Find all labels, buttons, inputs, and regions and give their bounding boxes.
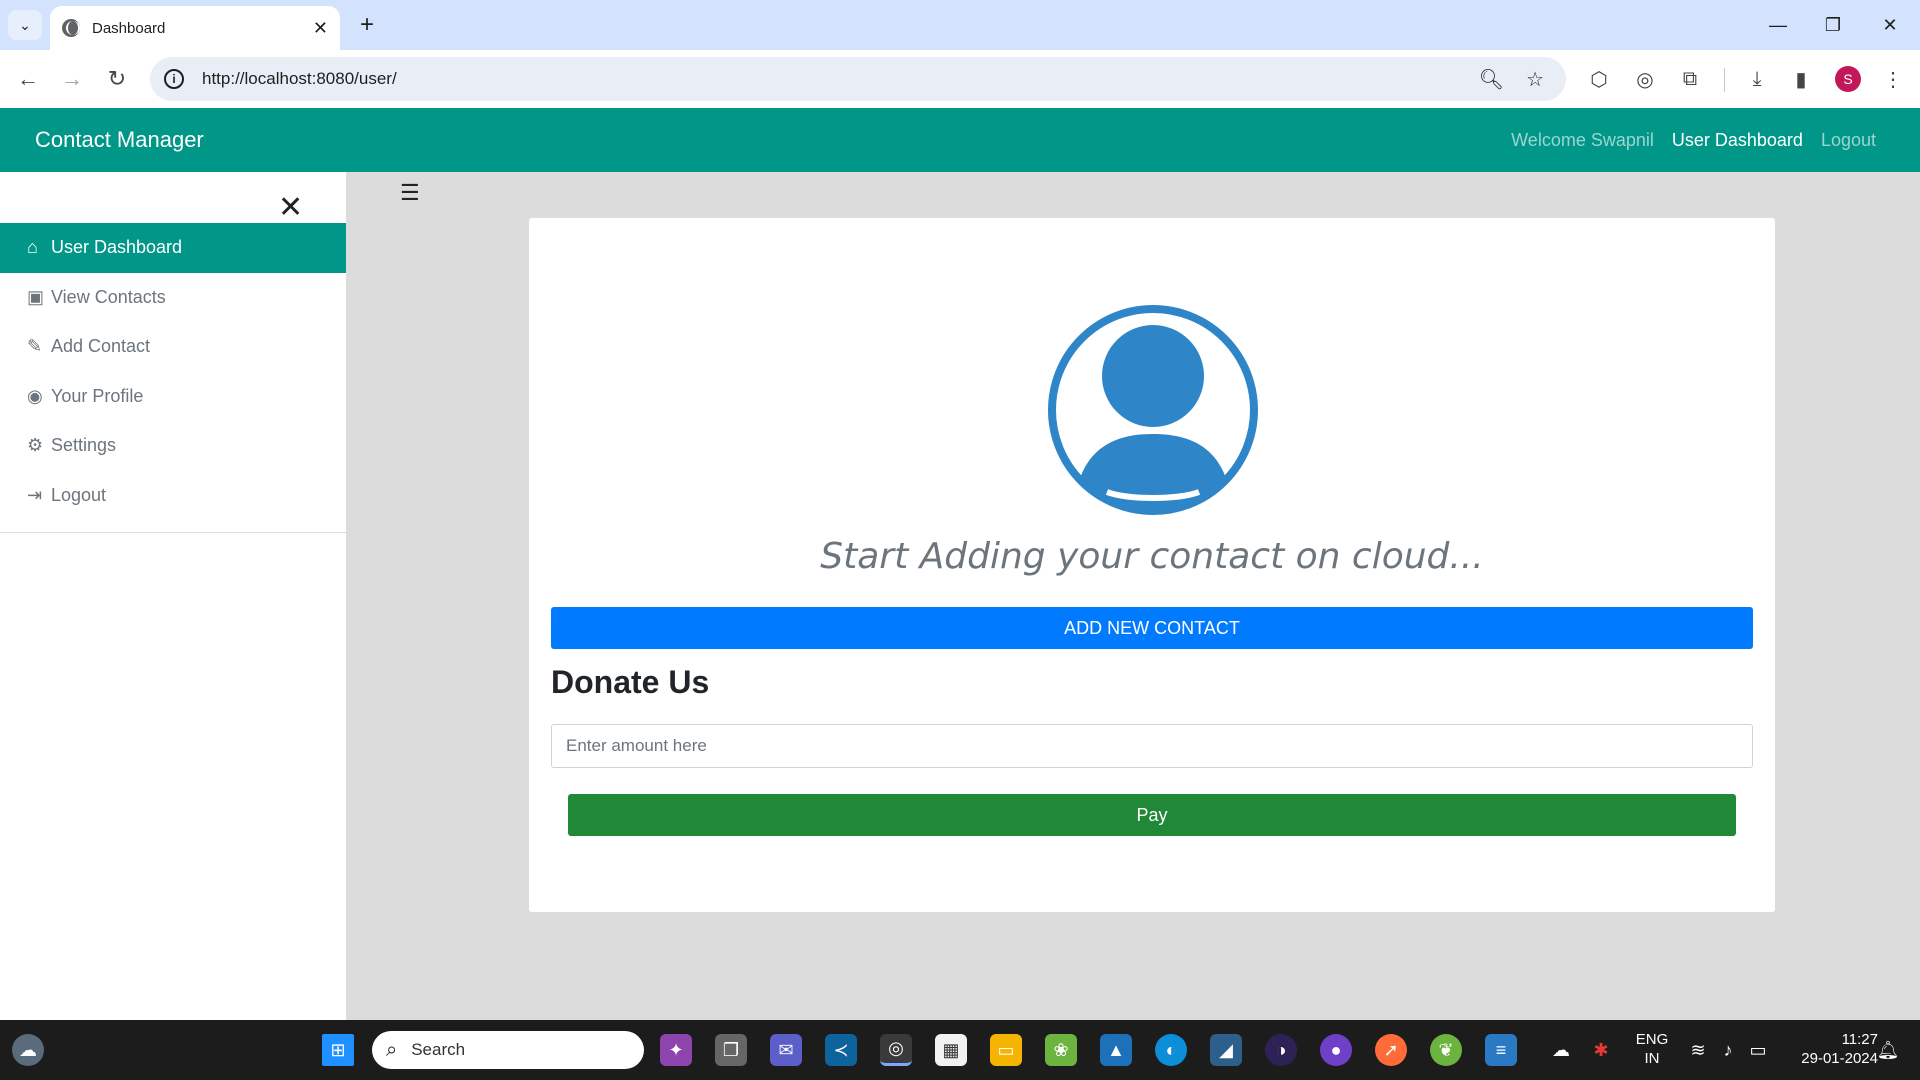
file-explorer-icon[interactable]: ▭ [990,1034,1022,1066]
pay-button[interactable]: Pay [568,794,1736,836]
clock-date: 29-01-2024 [1801,1050,1878,1067]
tab-search-button[interactable]: ⌄ [8,10,42,40]
sidebar-item-settings[interactable]: ⚙ Settings [0,421,346,471]
user-circle-icon: ◉ [27,385,43,406]
app-navbar: Contact Manager Welcome Swapnil User Das… [0,108,1920,172]
windows-start-icon[interactable]: ⊞ [322,1034,354,1066]
sidebar-item-label: Add Contact [51,336,151,357]
sidebar-item-label: View Contacts [51,286,166,307]
github-icon[interactable]: ● [1320,1034,1352,1066]
sidebar-item-your-profile[interactable]: ◉ Your Profile [0,372,346,422]
wifi-icon[interactable]: ≋ [1682,1034,1714,1066]
nav-dashboard-link[interactable]: User Dashboard [1672,130,1803,151]
chrome-icon[interactable]: ◎ [880,1034,912,1066]
amount-input[interactable] [551,724,1753,768]
browser-tabstrip: ⌄ Dashboard ✕ + — ❐ ✕ [0,0,1920,50]
extension-cube-icon[interactable]: ⬡ [1586,66,1612,92]
clock-time: 11:27 [1841,1031,1878,1048]
donate-heading: Donate Us [551,664,710,700]
navbar-links: Welcome Swapnil User Dashboard Logout [1511,130,1876,151]
task-view-icon[interactable]: ❐ [715,1034,747,1066]
pencil-icon: ✎ [27,336,43,357]
tab-title: Dashboard [92,19,166,37]
add-new-contact-button[interactable]: ADD NEW CONTACT [551,607,1753,649]
sidebar-item-label: Logout [51,484,107,505]
onedrive-icon[interactable]: ☁ [1545,1034,1577,1066]
region-code: IN [1644,1050,1660,1067]
address-bar[interactable]: i http://localhost:8080/user/ 🔍︎ ☆ [150,57,1566,101]
edge-icon[interactable]: ◐ [1155,1034,1187,1066]
tagline-text: Start Adding your contact on cloud... [820,536,1484,577]
toolbar-divider [1724,68,1725,92]
sidebar-item-label: Your Profile [51,385,144,406]
taskbar-search[interactable]: ⌕ Search [372,1031,644,1069]
teams-chat-icon[interactable]: ✉ [770,1034,802,1066]
sidebar-item-label: User Dashboard [51,237,183,258]
weather-icon[interactable]: ☁ [12,1034,44,1066]
site-info-icon[interactable]: i [164,69,184,89]
side-panel-icon[interactable]: ▮ [1788,66,1814,92]
dashboard-card: Start Adding your contact on cloud... AD… [529,218,1775,912]
clock[interactable]: 11:27 29-01-2024 [1782,1030,1878,1068]
battery-icon[interactable]: ▭ [1742,1034,1774,1066]
brand-title[interactable]: Contact Manager [35,127,204,153]
windows-taskbar: ☁ ⊞ ⌕ Search ✦ ❐ ✉ ≺ ◎ ▦ ▭ ❀ ▲ ◐ ◢ ◑ ● ➚… [0,1020,1920,1080]
nav-welcome-link[interactable]: Welcome Swapnil [1511,130,1654,151]
menu-toggle-icon[interactable]: ☰ [400,180,420,206]
volume-icon[interactable]: ♪ [1712,1034,1744,1066]
vscode-icon[interactable]: ≺ [825,1034,857,1066]
language-code: ENG [1635,1031,1669,1048]
sidebar: ✕ ⌂ User Dashboard ▣ View Contacts ✎ Add… [0,172,346,1020]
microsoft-store-icon[interactable]: ▦ [935,1034,967,1066]
profile-avatar[interactable]: S [1835,66,1861,92]
sign-out-icon: ⇥ [27,484,43,505]
sidebar-item-logout[interactable]: ⇥ Logout [0,471,346,521]
nav-logout-link[interactable]: Logout [1821,130,1876,151]
browser-menu-icon[interactable]: ⋮ [1880,66,1906,92]
bookmark-star-icon[interactable]: ☆ [1526,67,1544,92]
sidebar-menu: ⌂ User Dashboard ▣ View Contacts ✎ Add C… [0,223,346,533]
browser-toolbar: ← → ↻ i http://localhost:8080/user/ 🔍︎ ☆… [0,50,1920,108]
url-text[interactable]: http://localhost:8080/user/ [202,69,1479,89]
taskbar-search-label: Search [411,1040,466,1059]
sidebar-item-view-contacts[interactable]: ▣ View Contacts [0,273,346,323]
close-sidebar-icon[interactable]: ✕ [278,190,303,225]
notepad-icon[interactable]: ≡ [1485,1034,1517,1066]
browser-tab[interactable]: Dashboard ✕ [50,6,340,50]
workbench-icon[interactable]: ◢ [1210,1034,1242,1066]
back-button[interactable]: ← [11,62,45,96]
postman-icon[interactable]: ➚ [1375,1034,1407,1066]
new-tab-button[interactable]: + [352,10,382,40]
close-tab-icon[interactable]: ✕ [313,18,328,39]
globe-icon [62,19,80,37]
user-avatar-icon [1048,305,1258,515]
language-indicator[interactable]: ENG IN [1630,1030,1674,1068]
spring-boot-icon[interactable]: ❦ [1430,1034,1462,1066]
minimize-button[interactable]: — [1758,8,1798,42]
notification-bell-icon[interactable]: 🔔︎ [1872,1034,1904,1066]
extensions-puzzle-icon[interactable]: ⧉ [1677,66,1703,92]
zoom-icon[interactable]: 🔍︎ [1479,67,1504,92]
mysql-icon[interactable]: ▲ [1100,1034,1132,1066]
sidebar-item-add-contact[interactable]: ✎ Add Contact [0,322,346,372]
app-tray-icon[interactable]: ✱ [1585,1034,1617,1066]
forward-button[interactable]: → [55,62,89,96]
id-badge-icon: ▣ [27,286,45,307]
search-icon: ⌕ [386,1038,398,1061]
main-content: ☰ Start Adding your contact on cloud... … [346,172,1920,1020]
copilot-icon[interactable]: ✦ [660,1034,692,1066]
spring-tool-icon[interactable]: ❀ [1045,1034,1077,1066]
sidebar-item-label: Settings [51,435,117,456]
download-icon[interactable]: ⤓ [1744,66,1770,92]
cogs-icon: ⚙ [27,435,44,456]
eclipse-icon[interactable]: ◑ [1265,1034,1297,1066]
close-window-button[interactable]: ✕ [1870,8,1910,42]
extension-code-icon[interactable]: ◎ [1632,66,1658,92]
restore-button[interactable]: ❐ [1813,8,1853,42]
reload-button[interactable]: ↻ [100,62,134,96]
home-icon: ⌂ [27,237,38,258]
sidebar-item-user-dashboard[interactable]: ⌂ User Dashboard [0,223,346,273]
